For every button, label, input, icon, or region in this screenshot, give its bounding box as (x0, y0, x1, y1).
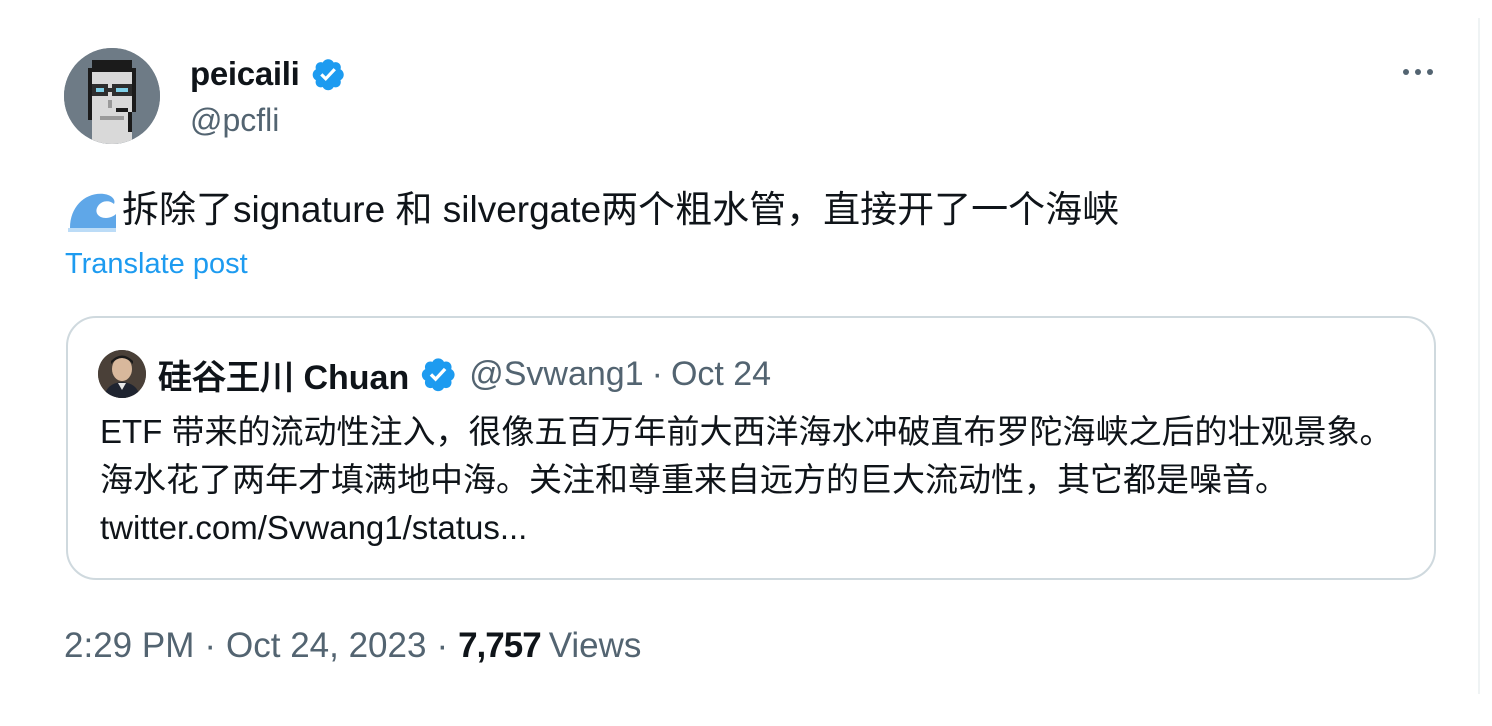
more-dot-icon (1403, 69, 1409, 75)
quoted-author-avatar[interactable] (98, 350, 146, 398)
tweet-meta: 2:29 PM · Oct 24, 2023 · 7,757 Views (64, 626, 641, 666)
views-count[interactable]: 7,757 (458, 626, 542, 666)
water-wave-icon (68, 193, 116, 232)
more-options-button[interactable] (1398, 58, 1438, 86)
tweet-header: peicaili @pcfli (64, 48, 346, 144)
quoted-tweet-link[interactable]: twitter.com/Svwang1/status... (100, 509, 527, 546)
author-info: peicaili @pcfli (190, 54, 346, 139)
quoted-tweet-card[interactable]: 硅谷王川 Chuan @Svwang1 · Oct 24 ETF 带来的流动性注… (66, 316, 1436, 580)
views-label: Views (548, 626, 642, 665)
tweet-time[interactable]: 2:29 PM (64, 626, 194, 666)
tweet-content: 拆除了signature 和 silvergate两个粗水管，直接开了一个海峡 (66, 186, 1119, 234)
separator-dot: · (204, 626, 217, 665)
quoted-tweet-body: ETF 带来的流动性注入，很像五百万年前大西洋海水冲破直布罗陀海峡之后的壮观景象… (100, 413, 1393, 498)
more-dot-icon (1415, 69, 1421, 75)
author-name-row: peicaili (190, 54, 346, 94)
author-display-name[interactable]: peicaili (190, 55, 300, 93)
pixel-art-avatar-icon (64, 48, 160, 144)
verified-badge-icon[interactable] (419, 355, 457, 393)
quoted-tweet-header: 硅谷王川 Chuan @Svwang1 · Oct 24 (98, 350, 771, 398)
tweet-date[interactable]: Oct 24, 2023 (226, 626, 426, 666)
translate-post-link[interactable]: Translate post (65, 248, 248, 281)
separator-dot: · (651, 354, 663, 393)
quoted-author-name[interactable]: 硅谷王川 Chuan (158, 350, 409, 399)
author-handle[interactable]: @pcfli (190, 102, 346, 139)
quoted-tweet-text: ETF 带来的流动性注入，很像五百万年前大西洋海水冲破直布罗陀海峡之后的壮观景象… (100, 408, 1420, 552)
quoted-tweet-date[interactable]: Oct 24 (671, 355, 771, 394)
tweet-text: 拆除了signature 和 silvergate两个粗水管，直接开了一个海峡 (122, 189, 1120, 230)
quoted-author-handle[interactable]: @Svwang1 (469, 355, 643, 394)
author-avatar[interactable] (64, 48, 160, 144)
verified-badge-icon[interactable] (310, 56, 346, 92)
separator-dot: · (436, 626, 449, 665)
column-divider (1478, 18, 1480, 694)
person-avatar-icon (98, 350, 146, 398)
more-dot-icon (1427, 69, 1433, 75)
